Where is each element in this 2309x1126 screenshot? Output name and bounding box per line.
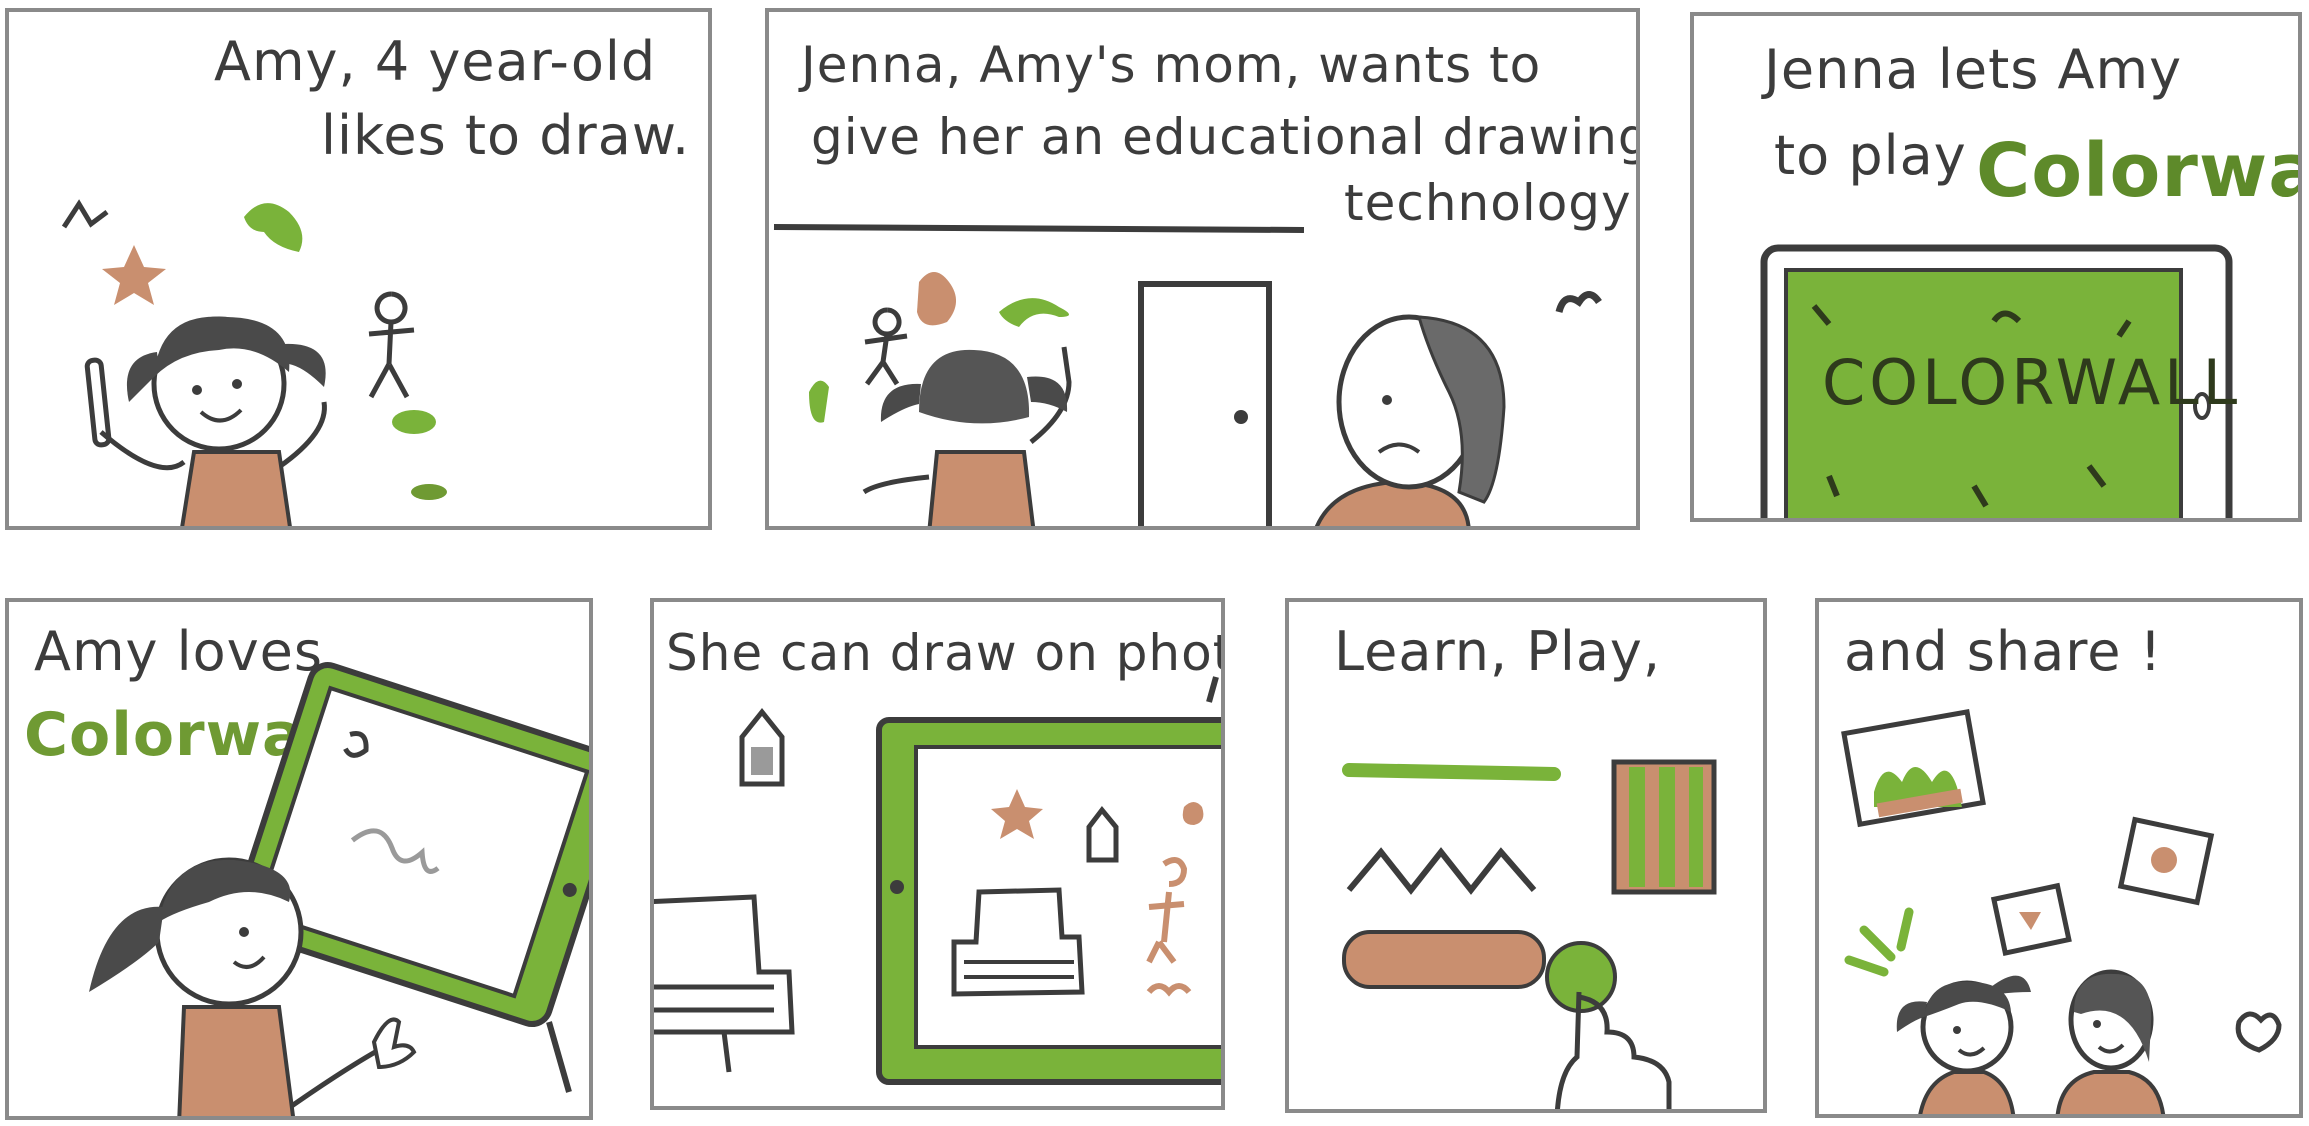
orange-blob-doodle — [917, 272, 957, 326]
armchair — [654, 894, 795, 1073]
panel-2-illustration — [773, 224, 1602, 526]
girl-hand — [371, 1017, 417, 1070]
tablet-stand — [546, 1021, 572, 1093]
tablet-screen-label: COLORWALL — [1822, 346, 2242, 419]
zigzag-line — [1346, 847, 1537, 895]
comic-panel-6: Learn, Play, — [1285, 598, 1767, 1113]
girl-pigtail — [880, 383, 921, 422]
girl-eye — [232, 379, 242, 389]
panel-1-illustration — [61, 199, 447, 526]
comic-panel-4: Amy loves Colorwall — [5, 598, 593, 1120]
girl-pigtail — [1991, 975, 2031, 994]
green-blob-doodle — [392, 410, 436, 434]
stylus-tip — [1206, 676, 1219, 703]
wall-frame-picture-inner — [751, 747, 773, 775]
tablet-button — [890, 880, 904, 894]
mom-eye — [1382, 395, 1392, 405]
mom-shoulders — [1314, 479, 1471, 526]
green-blob-doodle — [411, 484, 447, 500]
girl-eye — [192, 385, 202, 395]
green-swirl-doodle — [999, 298, 1069, 327]
girl-dress — [180, 450, 292, 526]
striped-swatch-stripe — [1689, 767, 1703, 887]
door-knob — [1234, 410, 1248, 424]
photo-portrait-head — [2151, 847, 2177, 873]
photo-doodle-blob — [1182, 802, 1204, 825]
caption-divider — [773, 224, 1305, 233]
girl-eye — [1953, 1026, 1961, 1034]
mom-eye — [2093, 1020, 2101, 1028]
panel-4-illustration — [89, 662, 589, 1116]
scribble-doodle — [61, 199, 109, 229]
girl-eye — [239, 927, 249, 937]
burst-lines — [1844, 907, 1914, 977]
tablet-screen — [914, 745, 1221, 1049]
girl-arm — [862, 474, 930, 495]
comic-panel-1: Amy, 4 year-old likes to draw. — [5, 8, 712, 530]
green-blob-doodle — [809, 380, 829, 423]
striped-swatch-stripe — [1629, 767, 1645, 887]
orange-brush-stroke — [1342, 930, 1546, 989]
panel-7-illustration — [1841, 709, 2282, 1114]
striped-swatch-stripe — [1659, 767, 1675, 887]
green-swirl-doodle — [244, 203, 303, 252]
girl-dress — [177, 1005, 295, 1116]
panel-3-illustration — [1760, 244, 2233, 518]
girl-pigtail — [89, 906, 164, 992]
thinking-squiggle — [1555, 291, 1602, 313]
mom-body — [2055, 1070, 2166, 1114]
panel-6-illustration — [1342, 759, 1717, 1109]
stick-figure-doodle — [368, 291, 415, 399]
girl-arm — [99, 430, 186, 471]
girl-dress — [927, 450, 1036, 526]
girl-pigtail — [284, 343, 326, 387]
girl-hair-back — [919, 349, 1030, 424]
girl-pigtail — [1027, 376, 1068, 412]
crayon — [84, 357, 112, 448]
comic-panel-7: and share ! — [1815, 598, 2303, 1118]
comic-panel-2: Jenna, Amy's mom, wants to give her an e… — [765, 8, 1640, 530]
comic-panel-5: She can draw on photo — [650, 598, 1225, 1110]
door — [1138, 281, 1272, 526]
heart-doodle — [2235, 1011, 2282, 1053]
green-stroke-line — [1342, 763, 1561, 781]
stick-figure-doodle — [864, 307, 908, 386]
girl-arm — [277, 401, 327, 470]
comic-panel-3: Jenna lets Amy to play Colorwall COLORWA… — [1690, 12, 2302, 522]
girl-body — [1918, 1070, 2016, 1114]
panel-5-illustration — [654, 676, 1221, 1085]
star-doodle — [102, 245, 166, 305]
